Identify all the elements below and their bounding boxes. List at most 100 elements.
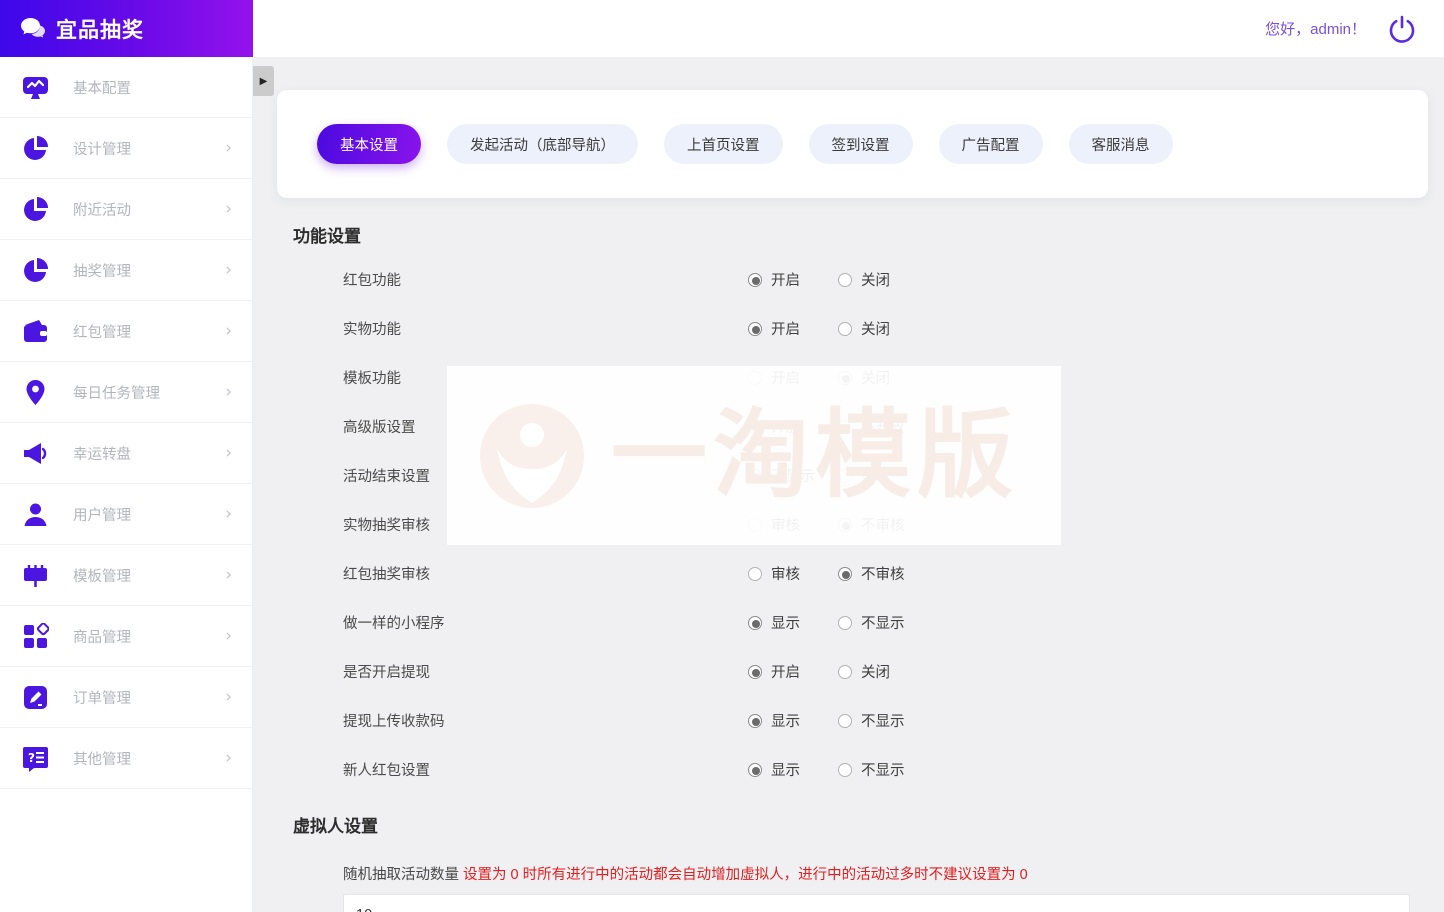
radio-option-label: 开放 — [771, 416, 800, 437]
svg-text:?: ? — [28, 751, 35, 765]
sidebar-item-lottery[interactable]: 抽奖管理› — [0, 240, 252, 301]
radio-unselected-icon[interactable] — [838, 665, 852, 679]
chevron-right-icon: › — [225, 382, 232, 402]
pie-icon — [22, 257, 49, 284]
radio-option[interactable]: 显示 — [748, 759, 838, 780]
radio-option[interactable]: 关闭 — [838, 661, 928, 682]
tab-signin[interactable]: 签到设置 — [809, 124, 913, 164]
setting-row-label: 红包功能 — [343, 269, 748, 290]
radio-option-label: 关闭 — [861, 269, 890, 290]
radio-option[interactable]: 显示 — [748, 710, 838, 731]
radio-selected-icon[interactable] — [748, 322, 762, 336]
sidebar-item-redpacket[interactable]: 红包管理› — [0, 301, 252, 362]
sidebar-item-order[interactable]: 订单管理› — [0, 667, 252, 728]
collapse-arrow-icon: ▶ — [260, 76, 268, 87]
radio-option[interactable]: 显示 — [748, 612, 838, 633]
radio-selected-icon[interactable] — [838, 518, 852, 532]
sidebar: 基本配置设计管理›附近活动›抽奖管理›红包管理›每日任务管理›幸运转盘›用户管理… — [0, 57, 253, 912]
radio-option[interactable]: 开启 — [748, 367, 838, 388]
power-icon — [1386, 13, 1418, 45]
radio-option[interactable]: 不显示 — [838, 612, 928, 633]
tab-service[interactable]: 客服消息 — [1069, 124, 1173, 164]
radio-unselected-icon[interactable] — [838, 469, 852, 483]
radio-unselected-icon[interactable] — [838, 273, 852, 287]
chevron-right-icon: › — [225, 626, 232, 646]
radio-selected-icon[interactable] — [748, 469, 762, 483]
radio-option[interactable]: 不审核 — [838, 514, 928, 535]
sidebar-menu: 基本配置设计管理›附近活动›抽奖管理›红包管理›每日任务管理›幸运转盘›用户管理… — [0, 57, 252, 789]
setting-row-label: 模板功能 — [343, 367, 748, 388]
radio-option[interactable]: 不显示 — [838, 759, 928, 780]
radio-option[interactable]: 开启 — [748, 661, 838, 682]
radio-unselected-icon[interactable] — [838, 420, 852, 434]
sidebar-item-label: 其他管理 — [73, 748, 225, 769]
radio-option-label: 关闭 — [861, 367, 890, 388]
tab-label: 客服消息 — [1092, 134, 1150, 155]
radio-selected-icon[interactable] — [748, 273, 762, 287]
radio-group: 审核 不审核 — [748, 563, 928, 584]
radio-unselected-icon[interactable] — [838, 714, 852, 728]
radio-option[interactable]: 审核 — [748, 563, 838, 584]
radio-option[interactable]: 不显示 — [838, 710, 928, 731]
sidebar-item-user[interactable]: 用户管理› — [0, 484, 252, 545]
radio-option-label: 显示 — [771, 759, 800, 780]
radio-selected-icon[interactable] — [748, 420, 762, 434]
sidebar-item-basic-config[interactable]: 基本配置 — [0, 57, 252, 118]
radio-selected-icon[interactable] — [748, 616, 762, 630]
radio-unselected-icon[interactable] — [838, 322, 852, 336]
radio-unselected-icon[interactable] — [748, 371, 762, 385]
sidebar-item-label: 基本配置 — [73, 77, 232, 98]
radio-option[interactable]: 不开放 — [838, 416, 928, 437]
radio-option-label: 显示 — [861, 465, 890, 486]
sidebar-item-goods[interactable]: 商品管理› — [0, 606, 252, 667]
sidebar-item-daily-task[interactable]: 每日任务管理› — [0, 362, 252, 423]
radio-group: 审核不审核 — [748, 514, 928, 535]
setting-row: 红包功能开启 关闭 — [293, 255, 1410, 304]
radio-option[interactable]: 开启 — [748, 269, 838, 290]
wallet-icon — [22, 318, 49, 345]
sidebar-item-other[interactable]: ?其他管理› — [0, 728, 252, 789]
tab-ad[interactable]: 广告配置 — [939, 124, 1043, 164]
radio-unselected-icon[interactable] — [838, 763, 852, 777]
sidebar-item-nearby[interactable]: 附近活动› — [0, 179, 252, 240]
radio-unselected-icon[interactable] — [748, 518, 762, 532]
radio-selected-icon[interactable] — [748, 763, 762, 777]
sidebar-item-template[interactable]: 模板管理› — [0, 545, 252, 606]
radio-option[interactable]: 关闭 — [838, 269, 928, 290]
tab-basic[interactable]: 基本设置 — [317, 124, 421, 164]
setting-row-label: 提现上传收款码 — [343, 710, 748, 731]
function-settings-rows: 红包功能开启关闭实物功能开启关闭模板功能开启关闭高级版设置开放不开放活动结束设置… — [293, 255, 1410, 794]
setting-row-label: 活动结束设置 — [343, 465, 748, 486]
setting-row: 实物功能开启关闭 — [293, 304, 1410, 353]
radio-selected-icon[interactable] — [838, 567, 852, 581]
dashboard-icon — [22, 74, 49, 101]
radio-option-label: 审核 — [771, 563, 800, 584]
chevron-right-icon: › — [225, 443, 232, 463]
radio-option[interactable]: 开启 — [748, 318, 838, 339]
sidebar-item-label: 幸运转盘 — [73, 443, 225, 464]
radio-selected-icon[interactable] — [748, 714, 762, 728]
radio-option[interactable]: 开放 — [748, 416, 838, 437]
tab-launch[interactable]: 发起活动（底部导航） — [447, 124, 638, 164]
sidebar-item-design[interactable]: 设计管理› — [0, 118, 252, 179]
sidebar-collapse-button[interactable]: ▶ — [253, 66, 274, 96]
sidebar-item-lucky-wheel[interactable]: 幸运转盘› — [0, 423, 252, 484]
radio-option[interactable]: 不审核 — [838, 563, 928, 584]
radio-unselected-icon[interactable] — [748, 567, 762, 581]
tab-homepage[interactable]: 上首页设置 — [664, 124, 783, 164]
main-area: ▶ 基本设置发起活动（底部导航）上首页设置签到设置广告配置客服消息 功能设置 红… — [253, 57, 1444, 912]
logout-button[interactable] — [1386, 13, 1418, 45]
radio-option[interactable]: 显示 — [838, 465, 928, 486]
radio-option[interactable]: 关闭 — [838, 318, 928, 339]
radio-option[interactable]: 审核 — [748, 514, 838, 535]
radio-selected-icon[interactable] — [838, 371, 852, 385]
radio-option[interactable]: 不显示 — [748, 465, 838, 486]
user-icon — [22, 501, 49, 528]
radio-group: 显示不显示 — [748, 710, 928, 731]
radio-selected-icon[interactable] — [748, 665, 762, 679]
sidebar-item-label: 红包管理 — [73, 321, 225, 342]
setting-row: 做一样的小程序显示不显示 — [293, 598, 1410, 647]
radio-option[interactable]: 关闭 — [838, 367, 928, 388]
radio-unselected-icon[interactable] — [838, 616, 852, 630]
virtual-count-input[interactable] — [343, 894, 1410, 912]
